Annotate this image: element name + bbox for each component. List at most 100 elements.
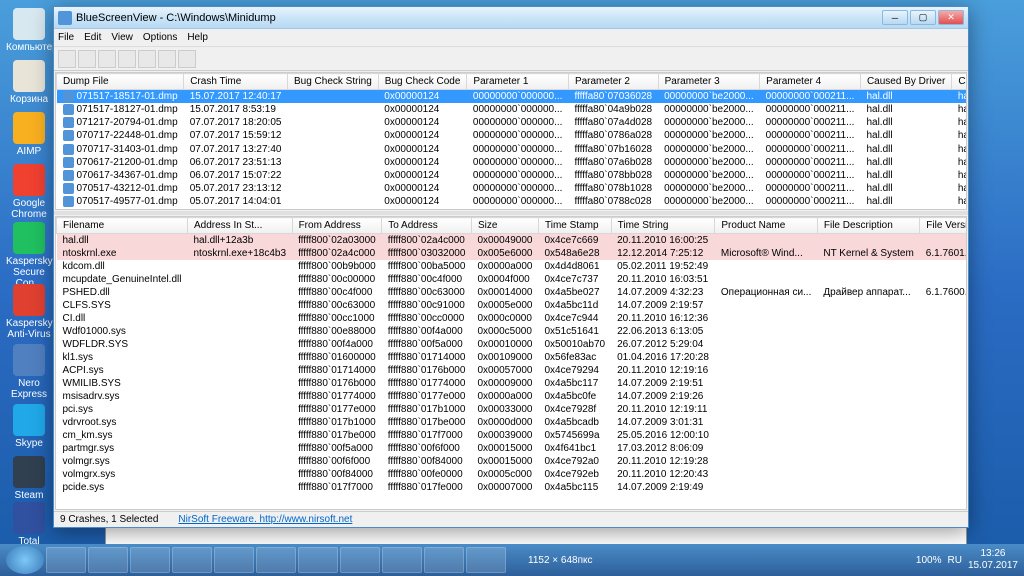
menu-view[interactable]: View [111, 32, 133, 43]
bluescreenview-window: BlueScreenView - C:\Windows\Minidump ─ ▢… [53, 6, 969, 528]
toolbar-button[interactable] [118, 50, 136, 68]
column-header[interactable]: Crash Time [184, 74, 288, 90]
task-app[interactable] [214, 547, 254, 573]
crash-row[interactable]: 070717-31403-01.dmp07.07.2017 13:27:400x… [57, 143, 968, 156]
driver-row[interactable]: ntoskrnl.exentoskrnl.exe+18c4b3fffff800`… [57, 247, 968, 260]
status-selection: 9 Crashes, 1 Selected [60, 514, 158, 525]
driver-row[interactable]: ACPI.sysfffff880`01714000fffff880`0176b0… [57, 364, 968, 377]
driver-row[interactable]: kl1.sysfffff880`01600000fffff880`0171400… [57, 351, 968, 364]
task-app2[interactable] [382, 547, 422, 573]
column-header[interactable]: From Address [292, 218, 382, 234]
menu-file[interactable]: File [58, 32, 74, 43]
desktop-icon[interactable]: AIMP [6, 112, 52, 157]
desktop-icon[interactable]: Компьютер [6, 8, 52, 53]
column-header[interactable]: Parameter 3 [658, 74, 760, 90]
crash-row[interactable]: 070517-49577-01.dmp05.07.2017 14:04:010x… [57, 195, 968, 208]
minimize-button[interactable]: ─ [882, 10, 908, 25]
lang-indicator[interactable]: RU [947, 555, 961, 566]
column-header[interactable]: Bug Check Code [378, 74, 467, 90]
driver-row[interactable]: CI.dllfffff880`00cc1000fffff880`00cc0000… [57, 312, 968, 325]
toolbar-button[interactable] [58, 50, 76, 68]
desktop-icon[interactable]: Kaspersky Secure Con... [6, 222, 52, 289]
column-header[interactable]: Parameter 1 [467, 74, 569, 90]
driver-row[interactable]: vdrvroot.sysfffff880`017b1000fffff880`01… [57, 416, 968, 429]
column-header[interactable]: Bug Check String [287, 74, 378, 90]
desktop-icon[interactable]: Steam [6, 456, 52, 501]
close-button[interactable]: ✕ [938, 10, 964, 25]
toolbar-button[interactable] [158, 50, 176, 68]
column-header[interactable]: File Description [817, 218, 919, 234]
column-header[interactable]: Caused By Driver [860, 74, 951, 90]
crash-row[interactable]: 071517-18517-01.dmp15.07.2017 12:40:170x… [57, 90, 968, 104]
task-tc[interactable] [172, 547, 212, 573]
column-header[interactable]: To Address [382, 218, 472, 234]
driver-row[interactable]: WDFLDR.SYSfffff880`00f4a000fffff880`00f5… [57, 338, 968, 351]
menu-help[interactable]: Help [187, 32, 208, 43]
toolbar-button[interactable] [78, 50, 96, 68]
crash-row[interactable]: 070717-22448-01.dmp07.07.2017 15:59:120x… [57, 129, 968, 142]
desktop-icon[interactable]: Корзина [6, 60, 52, 105]
driver-row[interactable]: msisadrv.sysfffff880`01774000fffff880`01… [57, 390, 968, 403]
driver-row[interactable]: partmgr.sysfffff880`00f5a000fffff880`00f… [57, 442, 968, 455]
column-header[interactable]: Product Name [715, 218, 817, 234]
column-header[interactable]: Parameter 4 [760, 74, 861, 90]
driver-row[interactable]: kdcom.dllfffff800`00b9b000fffff800`00ba5… [57, 260, 968, 273]
column-header[interactable]: File Version [920, 218, 967, 234]
menu-edit[interactable]: Edit [84, 32, 101, 43]
toolbar-button[interactable] [98, 50, 116, 68]
column-header[interactable]: Caused By Address [952, 74, 967, 90]
task-wmp[interactable] [130, 547, 170, 573]
driver-row[interactable]: volmgrx.sysfffff880`00f84000fffff880`00f… [57, 468, 968, 481]
window-title: BlueScreenView - C:\Windows\Minidump [76, 12, 882, 24]
titlebar[interactable]: BlueScreenView - C:\Windows\Minidump ─ ▢… [54, 7, 968, 29]
task-paint[interactable] [424, 547, 464, 573]
task-explorer[interactable] [88, 547, 128, 573]
clock[interactable]: 13:26 15.07.2017 [968, 548, 1018, 572]
driver-row[interactable]: volmgr.sysfffff880`00f6f000fffff880`00f8… [57, 455, 968, 468]
task-steam[interactable] [340, 547, 380, 573]
task-chrome[interactable] [298, 547, 338, 573]
splitter[interactable] [54, 211, 968, 215]
column-header[interactable]: Filename [57, 218, 188, 234]
toolbar-button[interactable] [138, 50, 156, 68]
status-link[interactable]: NirSoft Freeware. http://www.nirsoft.net [178, 514, 352, 525]
crash-row[interactable]: 071217-20794-01.dmp07.07.2017 18:20:050x… [57, 116, 968, 129]
desktop-icon[interactable]: Skype [6, 404, 52, 449]
driver-row[interactable]: pcide.sysfffff880`017f7000fffff880`017fe… [57, 481, 968, 494]
menu-options[interactable]: Options [143, 32, 177, 43]
driver-row[interactable]: WMILIB.SYSfffff880`0176b000fffff880`0177… [57, 377, 968, 390]
task-bsv[interactable] [466, 547, 506, 573]
crash-row[interactable]: 070617-21200-01.dmp06.07.2017 23:51:130x… [57, 156, 968, 169]
column-header[interactable]: Time Stamp [539, 218, 612, 234]
desktop-icon[interactable]: Nero Express [6, 344, 52, 400]
drivers-pane[interactable]: FilenameAddress In St...From AddressTo A… [55, 216, 967, 510]
driver-row[interactable]: pci.sysfffff880`0177e000fffff880`017b100… [57, 403, 968, 416]
crash-row[interactable]: 070517-43212-01.dmp05.07.2017 23:13:120x… [57, 182, 968, 195]
driver-row[interactable]: cm_km.sysfffff880`017be000fffff880`017f7… [57, 429, 968, 442]
column-header[interactable]: Address In St... [187, 218, 292, 234]
maximize-button[interactable]: ▢ [910, 10, 936, 25]
zoom-level: 100% [916, 555, 942, 566]
task-yandex[interactable] [256, 547, 296, 573]
crash-row[interactable]: 071517-18127-01.dmp15.07.2017 8:53:190x0… [57, 103, 968, 116]
driver-row[interactable]: mcupdate_GenuineIntel.dllfffff880`00c000… [57, 273, 968, 286]
driver-row[interactable]: hal.dllhal.dll+12a3bfffff800`02a03000fff… [57, 234, 968, 248]
crash-row[interactable]: 070617-34367-01.dmp06.07.2017 15:07:220x… [57, 169, 968, 182]
system-tray[interactable]: 100% RU 13:26 15.07.2017 [916, 548, 1018, 572]
driver-row[interactable]: PSHED.dllfffff880`00c4f000fffff880`00c63… [57, 286, 968, 299]
task-ie[interactable] [46, 547, 86, 573]
column-header[interactable]: Dump File [57, 74, 184, 90]
desktop-icon[interactable]: Kaspersky Anti-Virus [6, 284, 52, 340]
crashes-pane[interactable]: Dump FileCrash TimeBug Check StringBug C… [55, 72, 967, 210]
column-header[interactable]: Parameter 2 [568, 74, 658, 90]
driver-row[interactable]: Wdf01000.sysfffff880`00e88000fffff880`00… [57, 325, 968, 338]
desktop-icon[interactable]: Google Chrome [6, 164, 52, 220]
column-header[interactable]: Size [471, 218, 538, 234]
drivers-table: FilenameAddress In St...From AddressTo A… [56, 217, 967, 494]
app-icon [58, 11, 72, 25]
taskbar: 1152 × 648пкс 100% RU 13:26 15.07.2017 [0, 544, 1024, 576]
start-button[interactable] [6, 546, 44, 574]
toolbar-button[interactable] [178, 50, 196, 68]
driver-row[interactable]: CLFS.SYSfffff880`00c63000fffff880`00c910… [57, 299, 968, 312]
column-header[interactable]: Time String [611, 218, 715, 234]
